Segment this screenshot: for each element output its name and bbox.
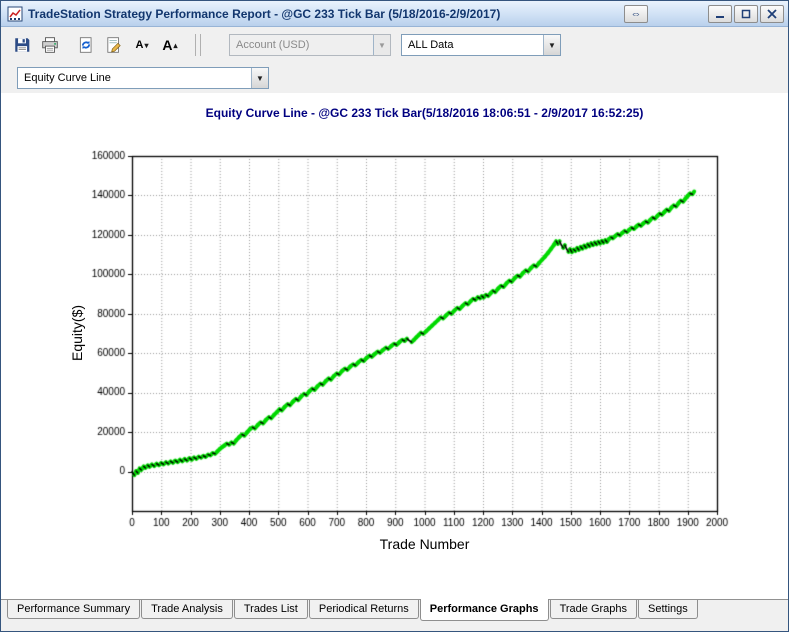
resize-arrows-icon: ⇔ — [631, 8, 642, 20]
arrow-down-icon: ▾ — [144, 41, 148, 50]
decrease-font-label: A — [136, 39, 144, 51]
account-combobox: Account (USD) ▼ — [229, 34, 391, 56]
data-range-combobox[interactable]: ALL Data ▼ — [401, 34, 561, 56]
minimize-icon — [715, 9, 725, 19]
increase-font-label: A — [162, 37, 172, 53]
y-axis-label: Equity($) — [69, 305, 85, 361]
decrease-font-button[interactable]: A▾ — [129, 32, 155, 58]
window-controls: ⇔ — [622, 5, 784, 23]
chart-title: Equity Curve Line - @GC 233 Tick Bar(5/1… — [132, 106, 717, 120]
equity-curve-chart — [1, 93, 788, 599]
resize-arrows-button[interactable]: ⇔ — [624, 5, 648, 23]
tradestation-report-window: TradeStation Strategy Performance Report… — [0, 0, 789, 632]
graph-selector-row: Equity Curve Line ▼ — [1, 63, 788, 93]
tab-settings[interactable]: Settings — [638, 600, 698, 619]
close-button[interactable] — [760, 5, 784, 23]
tab-periodical-returns[interactable]: Periodical Returns — [309, 600, 419, 619]
graph-type-combobox-value: Equity Curve Line — [18, 72, 251, 84]
tab-performance-graphs[interactable]: Performance Graphs — [420, 599, 549, 621]
maximize-icon — [741, 9, 751, 19]
print-icon — [41, 36, 59, 54]
graph-type-combobox[interactable]: Equity Curve Line ▼ — [17, 67, 269, 89]
tab-trades-list[interactable]: Trades List — [234, 600, 308, 619]
refresh-button[interactable] — [73, 32, 99, 58]
report-settings-icon — [105, 36, 123, 54]
toolbar-separator — [200, 34, 201, 56]
toolbar-separator — [195, 34, 196, 56]
report-tabs: Performance Summary Trade Analysis Trade… — [1, 599, 788, 631]
chevron-down-icon: ▼ — [373, 35, 390, 55]
arrow-up-icon: ▴ — [174, 41, 178, 50]
close-icon — [767, 9, 777, 19]
chevron-down-icon: ▼ — [251, 68, 268, 88]
chart-panel: Equity Curve Line - @GC 233 Tick Bar(5/1… — [1, 93, 788, 599]
window-title: TradeStation Strategy Performance Report… — [28, 7, 622, 21]
chevron-down-icon: ▼ — [543, 35, 560, 55]
report-settings-button[interactable] — [101, 32, 127, 58]
toolbar: A▾ A▴ Account (USD) ▼ ALL Data ▼ — [1, 27, 788, 63]
tab-trade-graphs[interactable]: Trade Graphs — [550, 600, 637, 619]
save-button[interactable] — [9, 32, 35, 58]
print-button[interactable] — [37, 32, 63, 58]
x-axis-label: Trade Number — [132, 536, 717, 552]
increase-font-button[interactable]: A▴ — [157, 32, 183, 58]
save-icon — [13, 36, 31, 54]
tab-performance-summary[interactable]: Performance Summary — [7, 600, 140, 619]
data-range-combobox-value: ALL Data — [402, 39, 543, 51]
maximize-button[interactable] — [734, 5, 758, 23]
app-icon — [7, 6, 23, 22]
minimize-button[interactable] — [708, 5, 732, 23]
account-combobox-value: Account (USD) — [230, 39, 373, 51]
titlebar[interactable]: TradeStation Strategy Performance Report… — [1, 1, 788, 27]
refresh-icon — [77, 36, 95, 54]
tab-trade-analysis[interactable]: Trade Analysis — [141, 600, 233, 619]
